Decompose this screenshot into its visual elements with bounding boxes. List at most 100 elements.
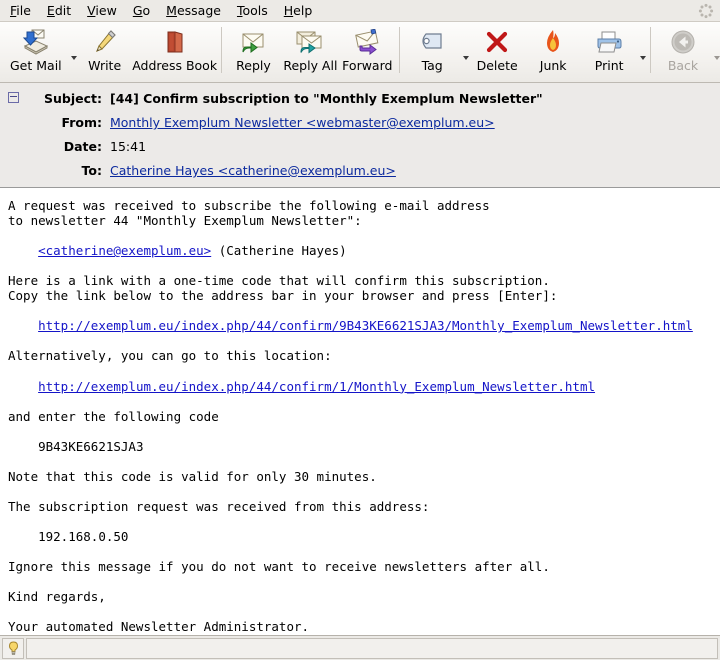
source-ip-address: 192.168.0.50 (38, 529, 129, 545)
mail-reader-window: File Edit View Go Message Tools Help Get… (0, 0, 720, 660)
confirm-url-link[interactable]: http://exemplum.eu/index.php/44/confirm/… (38, 318, 693, 333)
menu-view[interactable]: View (79, 1, 125, 20)
header-spacer-to (0, 156, 26, 175)
throbber-icon (698, 3, 714, 19)
delete-x-icon (484, 27, 510, 57)
toolbar-separator-2 (399, 27, 401, 73)
tag-split: Tag (404, 25, 470, 73)
back-dropdown[interactable] (711, 30, 720, 69)
menu-tools[interactable]: Tools (229, 1, 276, 20)
from-label: From: (61, 115, 102, 130)
subscriber-email-link[interactable]: <catherine@exemplum.eu> (38, 243, 211, 258)
confirmation-code: 9B43KE6621SJA3 (38, 438, 144, 454)
get-mail-split: Get Mail (4, 25, 77, 73)
body-line-5: Alternatively, you can go to this locati… (8, 348, 332, 364)
chevron-down-icon (640, 55, 647, 60)
body-line-11: Your automated Newsletter Administrator. (8, 619, 310, 635)
menu-file-label: ile (16, 3, 31, 18)
to-value: Catherine Hayes <catherine@exemplum.eu> (110, 161, 396, 180)
subscriber-name-text: (Catherine Hayes) (211, 243, 347, 259)
back-split: Back (655, 25, 720, 73)
header-row-subject: Subject: [44] Confirm subscription to "M… (0, 88, 720, 108)
menu-go-label: o (142, 3, 151, 18)
chevron-down-icon (714, 55, 720, 60)
to-label: To: (81, 163, 102, 178)
header-collapse-toggle[interactable] (0, 88, 26, 107)
menu-go[interactable]: Go (125, 1, 158, 20)
address-book-icon (161, 27, 189, 57)
menu-go-mnemonic: G (132, 3, 143, 18)
alternate-url-link[interactable]: http://exemplum.eu/index.php/44/confirm/… (38, 379, 595, 394)
reply-all-button[interactable]: Reply All (281, 25, 339, 73)
reply-label: Reply (236, 58, 271, 73)
tag-label: Tag (421, 58, 443, 73)
menu-view-label: iew (95, 3, 117, 18)
forward-button[interactable]: Forward (339, 25, 395, 73)
header-row-from: From: Monthly Exemplum Newsletter <webma… (0, 108, 720, 132)
menu-message-mnemonic: M (166, 3, 177, 18)
get-mail-dropdown[interactable] (68, 30, 77, 69)
tag-button[interactable]: Tag (404, 25, 460, 73)
body-line-10: Kind regards, (8, 589, 106, 605)
body-line-1: A request was received to subscribe the … (8, 198, 490, 213)
forward-icon (352, 27, 382, 57)
subject-value: [44] Confirm subscription to "Monthly Ex… (110, 91, 543, 106)
tag-dropdown[interactable] (460, 30, 470, 69)
body-line-8: The subscription request was received fr… (8, 498, 430, 514)
menu-file[interactable]: File (2, 1, 39, 20)
get-mail-label: Get Mail (10, 58, 62, 73)
tag-icon (417, 27, 447, 57)
menu-message[interactable]: Message (158, 1, 229, 20)
header-spacer-from (0, 108, 26, 127)
main-toolbar: Get Mail Write Address Book Reply Reply … (0, 22, 720, 83)
to-address-link[interactable]: Catherine Hayes <catherine@exemplum.eu> (110, 163, 396, 178)
delete-button[interactable]: Delete (469, 25, 525, 73)
menu-edit-mnemonic: E (46, 3, 55, 18)
back-arrow-icon (669, 27, 697, 57)
reply-icon (238, 27, 268, 57)
message-body-text: A request was received to subscribe the … (0, 198, 720, 634)
back-button[interactable]: Back (655, 25, 711, 73)
address-book-label: Address Book (132, 58, 218, 73)
header-row-to: To: Catherine Hayes <catherine@exemplum.… (0, 156, 720, 180)
back-label: Back (667, 58, 699, 73)
message-header-pane: Subject: [44] Confirm subscription to "M… (0, 83, 720, 188)
body-line-6: and enter the following code (8, 408, 219, 424)
get-mail-button[interactable]: Get Mail (4, 25, 68, 73)
menu-edit-label: dit (54, 3, 72, 18)
menu-edit[interactable]: Edit (39, 1, 79, 20)
reply-button[interactable]: Reply (225, 25, 281, 73)
menu-message-label: essage (176, 3, 221, 18)
delete-label: Delete (476, 58, 518, 73)
reply-all-icon (294, 27, 326, 57)
body-line-3: Here is a link with a one-time code that… (8, 273, 550, 289)
get-mail-icon (21, 27, 51, 57)
date-value: 15:41 (110, 139, 147, 154)
header-spacer-date (0, 132, 26, 151)
print-label: Print (594, 58, 624, 73)
menu-help-mnemonic: H (283, 3, 294, 18)
junk-button[interactable]: Junk (525, 25, 581, 73)
toolbar-separator-3 (650, 27, 651, 73)
junk-flame-icon (542, 27, 564, 57)
body-line-2: to newsletter 44 "Monthly Exemplum Newsl… (8, 213, 362, 229)
print-split: Print (581, 25, 647, 73)
address-book-button[interactable]: Address Book (132, 25, 218, 73)
write-label: Write (88, 58, 122, 73)
message-body-pane: A request was received to subscribe the … (0, 188, 720, 635)
from-value: Monthly Exemplum Newsletter <webmaster@e… (110, 113, 495, 132)
status-message (26, 637, 718, 659)
body-line-7: Note that this code is valid for only 30… (8, 468, 377, 484)
print-button[interactable]: Print (581, 25, 637, 73)
menu-help[interactable]: Help (276, 1, 321, 20)
menu-tools-label: ools (242, 3, 268, 18)
from-address-link[interactable]: Monthly Exemplum Newsletter <webmaster@e… (110, 115, 495, 130)
lightbulb-icon (8, 640, 18, 655)
subject-label: Subject: (44, 91, 102, 106)
write-button[interactable]: Write (77, 25, 133, 73)
status-indicator-cell[interactable] (2, 637, 24, 659)
print-icon (594, 27, 624, 57)
print-dropdown[interactable] (637, 30, 647, 69)
forward-label: Forward (342, 58, 393, 73)
date-label: Date: (63, 139, 102, 154)
